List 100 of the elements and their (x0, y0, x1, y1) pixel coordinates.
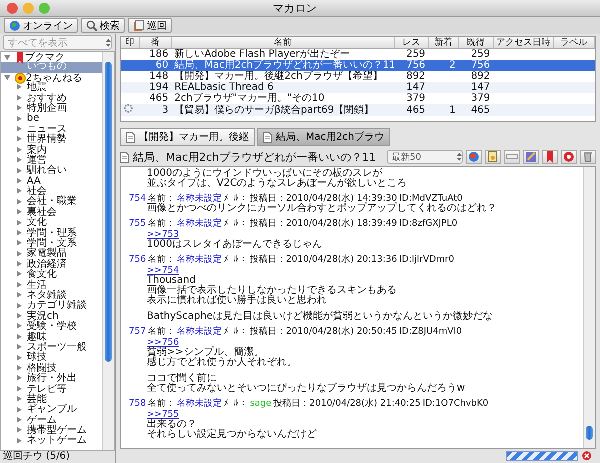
disclosure-triangle-icon[interactable] (17, 198, 22, 205)
tree-item[interactable]: テレビ等 (1, 384, 102, 395)
disclosure-triangle-icon[interactable] (17, 282, 22, 288)
disclosure-triangle-icon[interactable] (17, 416, 22, 423)
post-number[interactable]: 754 (129, 194, 146, 204)
disclosure-triangle-icon[interactable] (17, 438, 22, 444)
scrollbar[interactable] (102, 52, 114, 450)
disclosure-triangle-icon[interactable] (17, 406, 22, 413)
column-header[interactable]: アクセス日時 (493, 37, 554, 48)
toolbar-button[interactable] (561, 150, 577, 164)
tree-item[interactable]: おすすめ (1, 94, 102, 104)
toolbar-button[interactable] (485, 150, 501, 164)
tree-item[interactable]: 会社・職業 (1, 197, 102, 208)
disclosure-triangle-icon[interactable] (17, 364, 22, 371)
tree-item[interactable]: 文化 (1, 218, 102, 229)
column-header[interactable]: 既得 (458, 37, 494, 48)
disclosure-triangle-icon[interactable] (17, 136, 22, 142)
scrollbar[interactable] (583, 167, 595, 448)
disclosure-triangle-icon[interactable] (17, 313, 22, 320)
thread-tab[interactable]: 結局、Mac用2chブラウ (257, 128, 390, 146)
reply-link[interactable]: >>753 (147, 230, 180, 240)
tree-item[interactable]: 携帯型ゲーム (1, 426, 102, 436)
toolbar-button[interactable] (580, 150, 596, 164)
disclosure-triangle-icon[interactable] (17, 354, 22, 361)
close-button[interactable] (7, 2, 18, 14)
disclosure-triangle-icon[interactable] (17, 344, 22, 350)
disclosure-triangle-icon[interactable] (17, 396, 22, 402)
disclosure-triangle-icon[interactable] (17, 271, 22, 278)
disclosure-triangle-icon[interactable] (17, 105, 22, 112)
tree-item[interactable]: 特別企画 (1, 104, 102, 114)
disclosure-triangle-icon[interactable] (17, 84, 22, 90)
disclosure-triangle-icon[interactable] (17, 188, 22, 194)
tree-item[interactable]: 馴れ合い (1, 166, 102, 177)
disclosure-triangle-icon[interactable] (17, 230, 22, 236)
toolbar-button[interactable] (523, 150, 539, 164)
tree-item[interactable]: 旅行・外出 (1, 374, 102, 384)
column-header[interactable]: 印 (121, 37, 140, 48)
post-number[interactable]: 755 (129, 219, 146, 229)
tree-item[interactable]: 家電製品 (1, 249, 102, 260)
disclosure-triangle-icon[interactable] (17, 250, 22, 257)
tree-item[interactable]: ギャンブル (1, 405, 102, 416)
column-header[interactable]: 番 (139, 37, 172, 48)
post-number[interactable]: 758 (129, 399, 146, 409)
disclosure-triangle-icon[interactable] (17, 126, 22, 132)
tree-item[interactable]: 政治経済 (1, 260, 102, 270)
disclosure-triangle-icon[interactable] (17, 178, 22, 184)
reply-link[interactable]: >>754 (147, 266, 180, 276)
disclosure-triangle-icon[interactable] (17, 146, 22, 153)
disclosure-triangle-icon[interactable] (17, 292, 22, 298)
column-header[interactable]: ラベル (554, 37, 594, 48)
disclosure-triangle-icon[interactable] (17, 94, 22, 101)
tree-item[interactable]: 芸能 (1, 394, 102, 406)
tree-item[interactable]: 受験・学校 (1, 322, 102, 333)
poster-name[interactable]: 名称未設定 (177, 327, 222, 337)
toolbar-button[interactable] (504, 150, 520, 164)
tree-item[interactable]: 生活 (1, 280, 102, 291)
post-number[interactable]: 757 (129, 327, 146, 337)
thread-tab[interactable]: 【開発】マカー用。後継 (120, 128, 255, 146)
column-header[interactable]: 新着 (428, 37, 459, 48)
disclosure-triangle-icon[interactable] (17, 302, 22, 309)
toolbar-button[interactable] (542, 150, 558, 164)
column-header[interactable]: 名前 (172, 37, 394, 48)
thread-row[interactable]: 465 2chブラウザ"マカー用。"その10 379 379 (121, 93, 594, 104)
disclosure-triangle-icon[interactable] (17, 375, 22, 382)
disclosure-triangle-icon[interactable] (17, 220, 22, 226)
tree-item[interactable]: 案内 (1, 146, 102, 156)
thread-row[interactable]: 186 新しいAdobe Flash Playerが出たぞー 259 259 (121, 48, 594, 60)
toolbar-button[interactable] (466, 150, 482, 164)
tree-item[interactable]: 趣味 (1, 332, 102, 343)
stop-icon[interactable] (582, 451, 592, 461)
tree-item[interactable]: 食文化 (1, 270, 102, 281)
poster-name[interactable]: 名称未設定 (177, 399, 222, 409)
toolbar-button[interactable]: 巡回 (128, 18, 172, 33)
disclosure-triangle-icon[interactable] (17, 240, 22, 246)
tree-item[interactable]: 地震 (1, 83, 102, 94)
zoom-button[interactable] (39, 2, 50, 14)
poster-name[interactable]: 名称未設定 (177, 194, 222, 204)
tree-item[interactable]: ネットゲーム (1, 436, 102, 447)
column-header[interactable]: レス (394, 37, 429, 48)
disclosure-triangle-icon[interactable] (17, 334, 22, 340)
disclosure-triangle-icon[interactable] (17, 323, 22, 330)
tree-item[interactable]: 球技 (1, 353, 102, 364)
post-number[interactable]: 756 (129, 255, 146, 265)
tree-item[interactable]: 運営 (1, 156, 102, 166)
disclosure-triangle-icon[interactable] (17, 209, 22, 216)
thread-row[interactable]: 194 REALbasic Thread 6 147 147 (121, 82, 594, 93)
thread-row[interactable]: 3 【貿易】僕らのサーガβ統合part69【閉鎖】 465 1 465 (121, 104, 594, 116)
disclosure-triangle-icon[interactable] (17, 157, 22, 164)
range-dropdown[interactable]: 最新50 (387, 150, 463, 164)
disclosure-triangle-icon[interactable] (17, 168, 22, 174)
disclosure-triangle-icon[interactable] (17, 116, 22, 122)
reply-link[interactable]: >>755 (147, 410, 180, 420)
disclosure-triangle-icon[interactable] (17, 261, 22, 268)
reply-link[interactable]: >>756 (147, 338, 180, 348)
tree-item[interactable]: カテゴリ雑談 (1, 301, 102, 312)
disclosure-triangle-icon[interactable] (17, 427, 22, 434)
tree-item[interactable]: 世界情勢 (1, 135, 102, 146)
search-button[interactable]: 検索 (81, 18, 125, 33)
toolbar-button[interactable]: オンライン (4, 18, 78, 33)
tree-item[interactable]: 裏社会 (1, 208, 102, 218)
